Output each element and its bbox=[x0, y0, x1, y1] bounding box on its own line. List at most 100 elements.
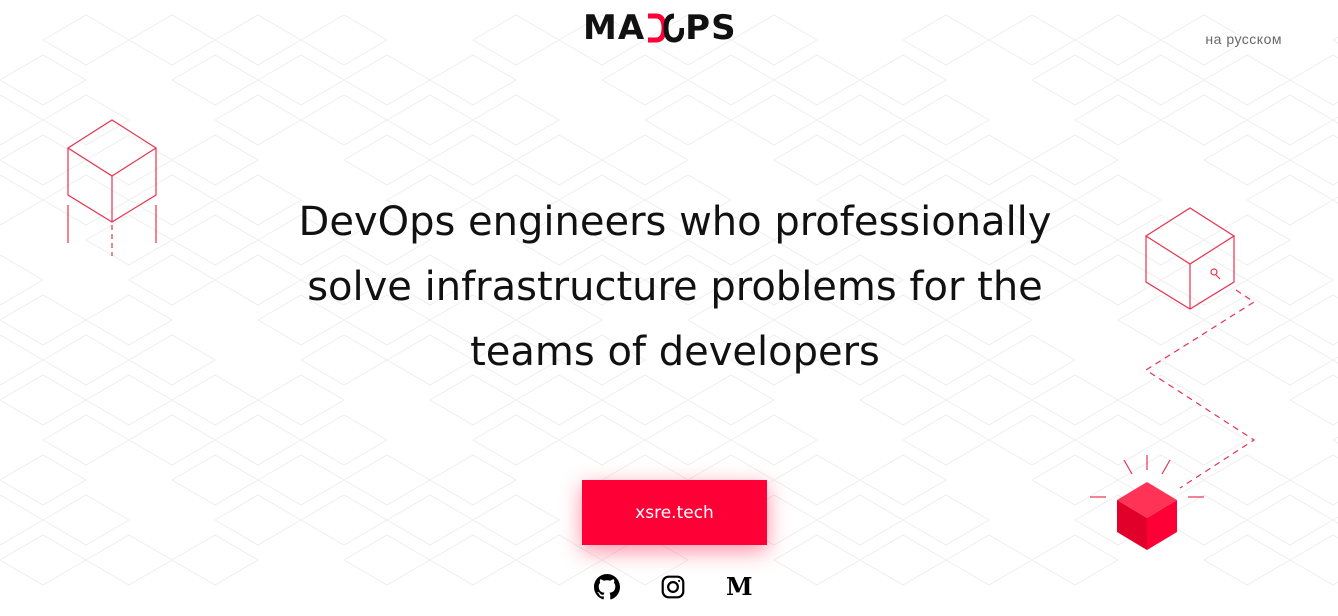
grid-tile bbox=[214, 14, 302, 66]
grid-tile bbox=[1117, 54, 1205, 106]
grid-tile bbox=[42, 414, 130, 466]
logo-text-left: MA bbox=[583, 8, 646, 48]
grid-tile bbox=[429, 134, 517, 186]
xsre-tech-button[interactable]: xsre.tech bbox=[582, 480, 767, 545]
grid-tile bbox=[859, 134, 947, 186]
grid-tile bbox=[773, 454, 861, 506]
grid-tile bbox=[601, 54, 689, 106]
grid-tile bbox=[1203, 54, 1291, 106]
instagram-icon[interactable] bbox=[660, 574, 686, 600]
grid-tile bbox=[0, 54, 87, 106]
medium-icon[interactable]: M bbox=[726, 574, 753, 600]
grid-tile bbox=[773, 134, 861, 186]
grid-tile bbox=[42, 94, 130, 146]
social-links: M bbox=[594, 572, 753, 602]
grid-tile bbox=[1289, 54, 1338, 106]
grid-tile bbox=[128, 414, 216, 466]
grid-tile bbox=[429, 54, 517, 106]
grid-tile bbox=[42, 174, 130, 226]
grid-tile bbox=[1246, 254, 1334, 306]
grid-tile bbox=[300, 494, 388, 546]
grid-tile bbox=[0, 534, 87, 586]
grid-tile bbox=[1246, 494, 1334, 546]
grid-tile bbox=[128, 174, 216, 226]
grid-tile bbox=[128, 14, 216, 66]
grid-tile bbox=[85, 374, 173, 426]
grid-tile bbox=[730, 414, 818, 466]
grid-tile bbox=[773, 54, 861, 106]
grid-tile bbox=[214, 414, 302, 466]
grid-tile bbox=[171, 534, 259, 586]
grid-tile bbox=[687, 54, 775, 106]
grid-tile bbox=[42, 14, 130, 66]
grid-tile bbox=[0, 94, 44, 146]
grid-tile bbox=[1289, 534, 1338, 586]
grid-tile bbox=[386, 494, 474, 546]
grid-tile bbox=[343, 534, 431, 586]
grid-tile bbox=[85, 294, 173, 346]
grid-tile bbox=[945, 534, 1033, 586]
grid-tile bbox=[773, 534, 861, 586]
grid-tile bbox=[1160, 94, 1248, 146]
grid-tile bbox=[988, 14, 1076, 66]
grid-tile bbox=[902, 414, 990, 466]
grid-tile bbox=[343, 454, 431, 506]
grid-tile bbox=[1031, 54, 1119, 106]
grid-tile bbox=[85, 214, 173, 266]
grid-tile bbox=[1246, 94, 1334, 146]
grid-tile bbox=[472, 94, 560, 146]
grid-tile bbox=[644, 94, 732, 146]
right-cube-illustration bbox=[1144, 207, 1256, 489]
language-switch-link[interactable]: на русском bbox=[1205, 31, 1282, 47]
grid-tile bbox=[1074, 14, 1162, 66]
grid-tile bbox=[1289, 374, 1338, 426]
grid-tile bbox=[0, 174, 44, 226]
grid-tile bbox=[343, 54, 431, 106]
grid-tile bbox=[214, 494, 302, 546]
grid-tile bbox=[0, 334, 44, 386]
github-icon[interactable] bbox=[594, 574, 620, 600]
grid-tile bbox=[0, 494, 44, 546]
grid-tile bbox=[945, 134, 1033, 186]
grid-tile bbox=[859, 454, 947, 506]
grid-tile bbox=[1203, 294, 1291, 346]
grid-tile bbox=[0, 454, 87, 506]
grid-tile bbox=[300, 94, 388, 146]
left-cube-illustration bbox=[66, 119, 158, 256]
grid-tile bbox=[816, 94, 904, 146]
grid-tile bbox=[1074, 94, 1162, 146]
grid-tile bbox=[472, 494, 560, 546]
grid-tile bbox=[300, 14, 388, 66]
grid-tile bbox=[0, 254, 44, 306]
logo-do-mark-icon bbox=[646, 12, 685, 44]
grid-tile bbox=[85, 534, 173, 586]
grid-tile bbox=[859, 54, 947, 106]
grid-tile bbox=[128, 254, 216, 306]
grid-tile bbox=[1289, 134, 1338, 186]
red-cube-illustration bbox=[1090, 455, 1204, 550]
grid-tile bbox=[1289, 454, 1338, 506]
grid-tile bbox=[300, 414, 388, 466]
grid-tile bbox=[429, 534, 517, 586]
grid-tile bbox=[128, 334, 216, 386]
madops-logo[interactable]: MA PS bbox=[583, 8, 737, 48]
grid-tile bbox=[902, 494, 990, 546]
grid-tile bbox=[0, 374, 87, 426]
grid-tile bbox=[257, 54, 345, 106]
grid-tile bbox=[1203, 214, 1291, 266]
grid-tile bbox=[1160, 414, 1248, 466]
grid-tile bbox=[472, 414, 560, 466]
grid-tile bbox=[472, 14, 560, 66]
grid-tile bbox=[42, 334, 130, 386]
grid-tile bbox=[859, 534, 947, 586]
grid-tile bbox=[601, 134, 689, 186]
grid-tile bbox=[515, 134, 603, 186]
grid-tile bbox=[1203, 454, 1291, 506]
hero-headline: DevOps engineers who professionally solv… bbox=[298, 199, 1052, 375]
grid-tile bbox=[816, 494, 904, 546]
grid-tile bbox=[1203, 534, 1291, 586]
grid-tile bbox=[343, 134, 431, 186]
grid-tile bbox=[988, 414, 1076, 466]
grid-tile bbox=[1117, 294, 1205, 346]
grid-tile bbox=[1074, 414, 1162, 466]
